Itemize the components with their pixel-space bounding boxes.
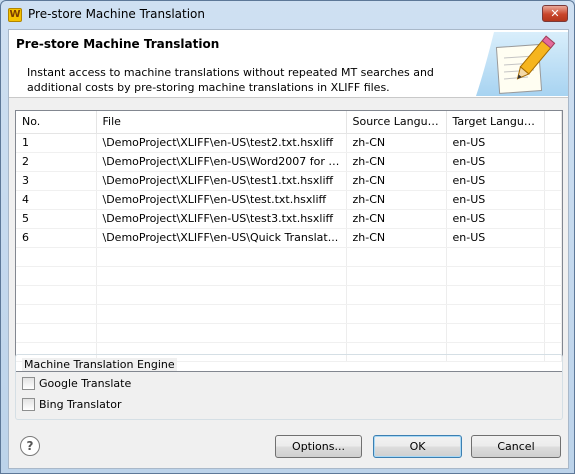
cell-file: \DemoProject\XLIFF\en-US\test2.txt.hsxli… (96, 133, 347, 153)
table-row[interactable]: 4 \DemoProject\XLIFF\en-US\test.txt.hsxl… (16, 190, 562, 210)
column-header-no[interactable]: No. (16, 111, 97, 134)
app-icon: W (8, 8, 22, 22)
cell-file: \DemoProject\XLIFF\en-US\Quick Translat.… (96, 228, 347, 248)
cell-filler (544, 209, 562, 229)
cell-source-language: zh-CN (346, 228, 447, 248)
column-header-filler (544, 111, 562, 134)
close-button[interactable]: ✕ (542, 5, 568, 22)
empty-row (16, 304, 562, 324)
empty-row (16, 266, 562, 286)
table-row[interactable]: 2 \DemoProject\XLIFF\en-US\Word2007 for … (16, 152, 562, 172)
empty-row (16, 247, 562, 267)
cell-target-language: en-US (446, 190, 545, 210)
cell-no: 5 (16, 209, 97, 229)
google-translate-label[interactable]: Google Translate (39, 377, 131, 390)
title-bar: W Pre-store Machine Translation ✕ (1, 1, 574, 29)
cell-file: \DemoProject\XLIFF\en-US\test3.txt.hsxli… (96, 209, 347, 229)
cell-no: 4 (16, 190, 97, 210)
google-translate-option[interactable]: Google Translate (22, 377, 131, 390)
column-header-target-language[interactable]: Target Langua... (446, 111, 545, 134)
cell-file: \DemoProject\XLIFF\en-US\Word2007 for t.… (96, 152, 347, 172)
cell-filler (544, 133, 562, 153)
table-header-row: No. File Source Langua... Target Langua.… (16, 111, 562, 134)
dialog-window: W Pre-store Machine Translation ✕ Pre-st… (0, 0, 575, 474)
empty-row (16, 323, 562, 343)
cancel-button[interactable]: Cancel (471, 435, 561, 458)
engine-group-label: Machine Translation Engine (22, 358, 177, 371)
bing-translator-option[interactable]: Bing Translator (22, 398, 121, 411)
table-row[interactable]: 3 \DemoProject\XLIFF\en-US\test1.txt.hsx… (16, 171, 562, 191)
cell-file: \DemoProject\XLIFF\en-US\test.txt.hsxlif… (96, 190, 347, 210)
cell-target-language: en-US (446, 209, 545, 229)
cell-filler (544, 228, 562, 248)
question-icon[interactable]: ? (20, 436, 40, 456)
dialog-content: Pre-store Machine Translation Instant ac… (8, 29, 569, 469)
table-row[interactable]: 1 \DemoProject\XLIFF\en-US\test2.txt.hsx… (16, 133, 562, 153)
column-header-file[interactable]: File (96, 111, 347, 134)
cell-target-language: en-US (446, 171, 545, 191)
window-title: Pre-store Machine Translation (28, 7, 206, 21)
cell-no: 6 (16, 228, 97, 248)
cell-source-language: zh-CN (346, 171, 447, 191)
cell-source-language: zh-CN (346, 133, 447, 153)
google-translate-checkbox[interactable] (22, 377, 35, 390)
bing-translator-label[interactable]: Bing Translator (39, 398, 121, 411)
file-table[interactable]: No. File Source Langua... Target Langua.… (15, 110, 563, 372)
ok-button[interactable]: OK (373, 435, 462, 458)
cell-target-language: en-US (446, 228, 545, 248)
header-banner: Pre-store Machine Translation Instant ac… (9, 30, 568, 98)
column-header-source-language[interactable]: Source Langua... (346, 111, 447, 134)
bing-translator-checkbox[interactable] (22, 398, 35, 411)
cell-no: 1 (16, 133, 97, 153)
empty-row (16, 285, 562, 305)
cell-no: 2 (16, 152, 97, 172)
engine-group: Machine Translation Engine Google Transl… (15, 354, 563, 420)
page-title: Pre-store Machine Translation (16, 37, 220, 51)
cell-filler (544, 152, 562, 172)
edit-pencil-icon (476, 32, 568, 96)
table-row[interactable]: 5 \DemoProject\XLIFF\en-US\test3.txt.hsx… (16, 209, 562, 229)
options-button[interactable]: Options... (275, 435, 362, 458)
cell-source-language: zh-CN (346, 152, 447, 172)
table-row[interactable]: 6 \DemoProject\XLIFF\en-US\Quick Transla… (16, 228, 562, 248)
page-description: Instant access to machine translations w… (27, 66, 434, 94)
cell-file: \DemoProject\XLIFF\en-US\test1.txt.hsxli… (96, 171, 347, 191)
cell-target-language: en-US (446, 152, 545, 172)
cell-filler (544, 171, 562, 191)
cell-filler (544, 190, 562, 210)
cell-source-language: zh-CN (346, 209, 447, 229)
cell-target-language: en-US (446, 133, 545, 153)
cell-no: 3 (16, 171, 97, 191)
cell-source-language: zh-CN (346, 190, 447, 210)
